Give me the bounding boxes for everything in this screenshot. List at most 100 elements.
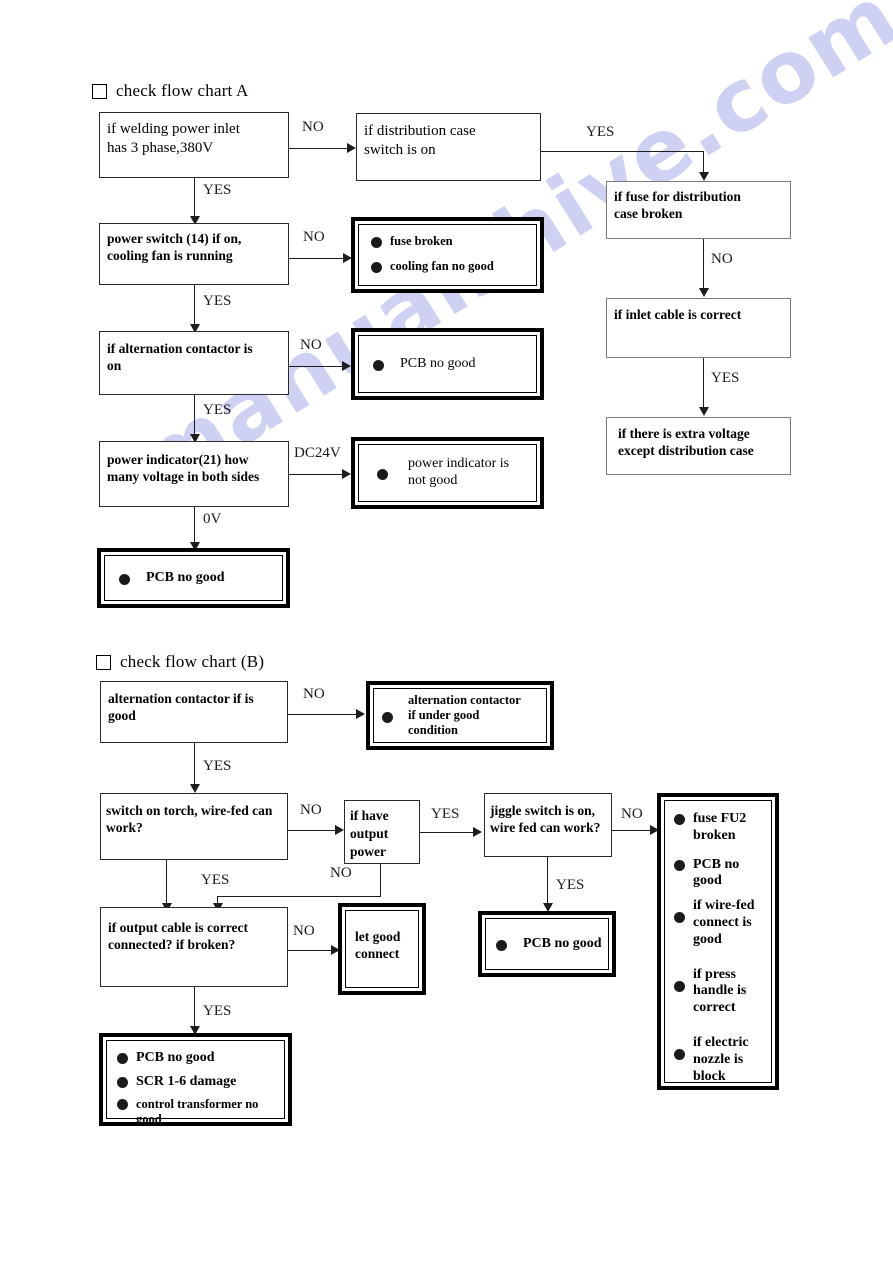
node-welding-power-inlet[interactable]: if welding power inlet has 3 phase,380V [99,112,289,178]
edge-b5-b6-h [612,830,655,831]
edge-a8-a10-v [194,395,195,437]
result-control-transformer-label: control transformer no good [136,1097,258,1127]
result-fuse-fu2-label: fuse FU2 broken [693,811,746,845]
node-inlet-cable-correct-line1: if inlet cable is correct [614,307,742,322]
edge-a3-a4-arrow [699,288,709,297]
result-alt-cont-line2: if under good [408,708,480,722]
edge-b4-b5-h [420,832,478,833]
result-let-good-connect-line2: connect [355,945,400,961]
node-switch-on-torch[interactable]: switch on torch, wire-fed can work? [100,793,288,860]
node-output-cable-correct[interactable]: if output cable is correct connected? if… [100,907,288,987]
result-let-good-connect[interactable]: let good connect [338,903,426,995]
result-item: fuse broken [371,234,532,249]
result-item: PCB no good [117,1050,280,1067]
edge-label-yes-1: YES [586,124,615,140]
edge-label-no-4: NO [300,337,322,353]
edge-a2-a3-v [703,151,704,174]
result-press-line2: handle is [693,983,747,999]
result-power-indicator-not-good[interactable]: power indicator is not good [351,437,544,509]
node-distribution-case-switch[interactable]: if distribution case switch is on [356,113,541,181]
result-nozzle-line1: if electric [693,1034,749,1050]
result-pcb-scr-transformer[interactable]: PCB no good SCR 1-6 damage control trans… [99,1033,292,1126]
edge-b4-b8-h [217,896,381,897]
node-output-power-line1: if have [350,808,389,823]
result-pcb-no-good-2[interactable]: PCB no good [97,548,290,608]
result-electric-nozzle-label: if electric nozzle is block [693,1035,749,1085]
result-alternation-contactor-condition[interactable]: alternation contactor if under good cond… [366,681,554,750]
node-power-switch-14-line1: power switch (14) if on, [107,231,242,246]
edge-label-b-yes-3: YES [556,877,585,893]
result-press-handle-label: if press handle is correct [693,967,746,1017]
bullet-icon [371,237,382,248]
bullet-icon [674,980,685,992]
edge-label-no-3: NO [303,229,325,245]
edge-b3-b4-arrow [335,825,344,835]
bullet-icon [674,814,685,825]
edge-a10-a12-v [194,507,195,545]
result-nozzle-line2: nozzle is [693,1051,744,1067]
edge-b5-b7-v [547,857,548,906]
result-alt-cont-line1: alternation contactor [408,693,521,707]
edge-b4-b8-v1 [380,864,381,897]
edge-a1-a2-line [289,148,352,149]
result-ctrl-trans-line2: good [136,1111,162,1126]
node-alternation-contactor-on[interactable]: if alternation contactor is on [99,331,289,395]
node-distribution-case-switch-line1: if distribution case [364,123,476,139]
node-inlet-cable-correct[interactable]: if inlet cable is correct [606,298,791,358]
edge-a1-a6-v [194,178,195,220]
node-alternation-contactor-on-line1: if alternation contactor is [107,341,253,356]
result-item: fuse FU2 broken [674,811,767,845]
result-wire-feed-faults[interactable]: fuse FU2 broken PCB no good if wire-fed [657,793,779,1090]
node-jiggle-switch-line2: wire fed can work? [490,819,601,835]
result-ctrl-trans-line1: control transformer no [136,1096,259,1111]
chart-b-title: check flow chart (B) [120,652,265,671]
node-power-switch-14[interactable]: power switch (14) if on, cooling fan is … [99,223,289,285]
node-power-indicator-21-line1: power indicator(21) how [107,452,249,467]
node-power-indicator-21[interactable]: power indicator(21) how many voltage in … [99,441,289,507]
edge-label-b-no-4: NO [330,865,352,881]
result-power-indicator-line1: power indicator is [408,456,510,472]
result-cooling-fan-label: cooling fan no good [390,259,494,273]
edge-a1-a2-arrow [347,143,356,153]
result-wirefed-line1: if wire-fed [693,898,755,914]
result-fuse-fu2-line1: fuse FU2 [693,811,747,826]
node-output-power-line3: power [350,844,386,860]
result-pcb-no-good-1[interactable]: PCB no good [351,328,544,400]
result-press-line1: if press [693,966,736,982]
edge-a2-a3-arrow [699,172,709,181]
node-output-cable-line1: if output cable is correct [108,920,248,935]
result-pcb-no-good-5-label: PCB no good [136,1050,215,1065]
node-if-have-output-power[interactable]: if have output power [344,800,420,864]
edge-b3-b8-v [166,860,167,907]
node-jiggle-switch-line1: jiggle switch is on, [490,803,596,818]
node-output-cable-line2: connected? if broken? [108,936,236,952]
node-fuse-distribution-case[interactable]: if fuse for distribution case broken [606,181,791,239]
result-pcb3-line1: PCB no [693,856,740,872]
bullet-icon [674,912,685,924]
bullet-icon [117,1098,128,1110]
node-welding-power-inlet-line1: if welding power inlet [107,121,240,137]
node-fuse-distribution-case-line1: if fuse for distribution [614,189,741,204]
edge-a3-a4-v [703,239,704,291]
result-item: cooling fan no good [371,259,532,274]
edge-a10-a11-arrow [342,469,351,479]
result-fuse-fu2-line2: broken [693,827,736,843]
edge-a8-a9-h [289,366,347,367]
node-extra-voltage[interactable]: if there is extra voltage except distrib… [606,417,791,475]
edge-label-yes-4: YES [203,293,232,309]
result-pcb-no-good-4[interactable]: PCB no good [478,911,616,977]
node-jiggle-switch[interactable]: jiggle switch is on, wire fed can work? [484,793,612,857]
edge-label-yes-2-right: YES [711,370,740,386]
node-alternation-contactor-good[interactable]: alternation contactor if is good [100,681,288,743]
result-power-indicator-line2: not good [408,473,458,488]
empty-checkbox-icon [92,83,107,99]
bullet-icon [119,574,130,585]
edge-a4-a5-v [703,358,704,410]
edge-label-b-yes-4: YES [201,872,230,888]
bullet-icon [371,262,382,273]
chart-a-header: check flow chart A [92,81,248,101]
bullet-icon [117,1076,128,1088]
result-pcb-no-good-4-label: PCB no good [523,935,602,951]
flowchart-page: manualshive.com check flow chart A if we… [0,0,893,1263]
result-fuse-broken-cooling-fan[interactable]: fuse broken cooling fan no good [351,217,544,293]
